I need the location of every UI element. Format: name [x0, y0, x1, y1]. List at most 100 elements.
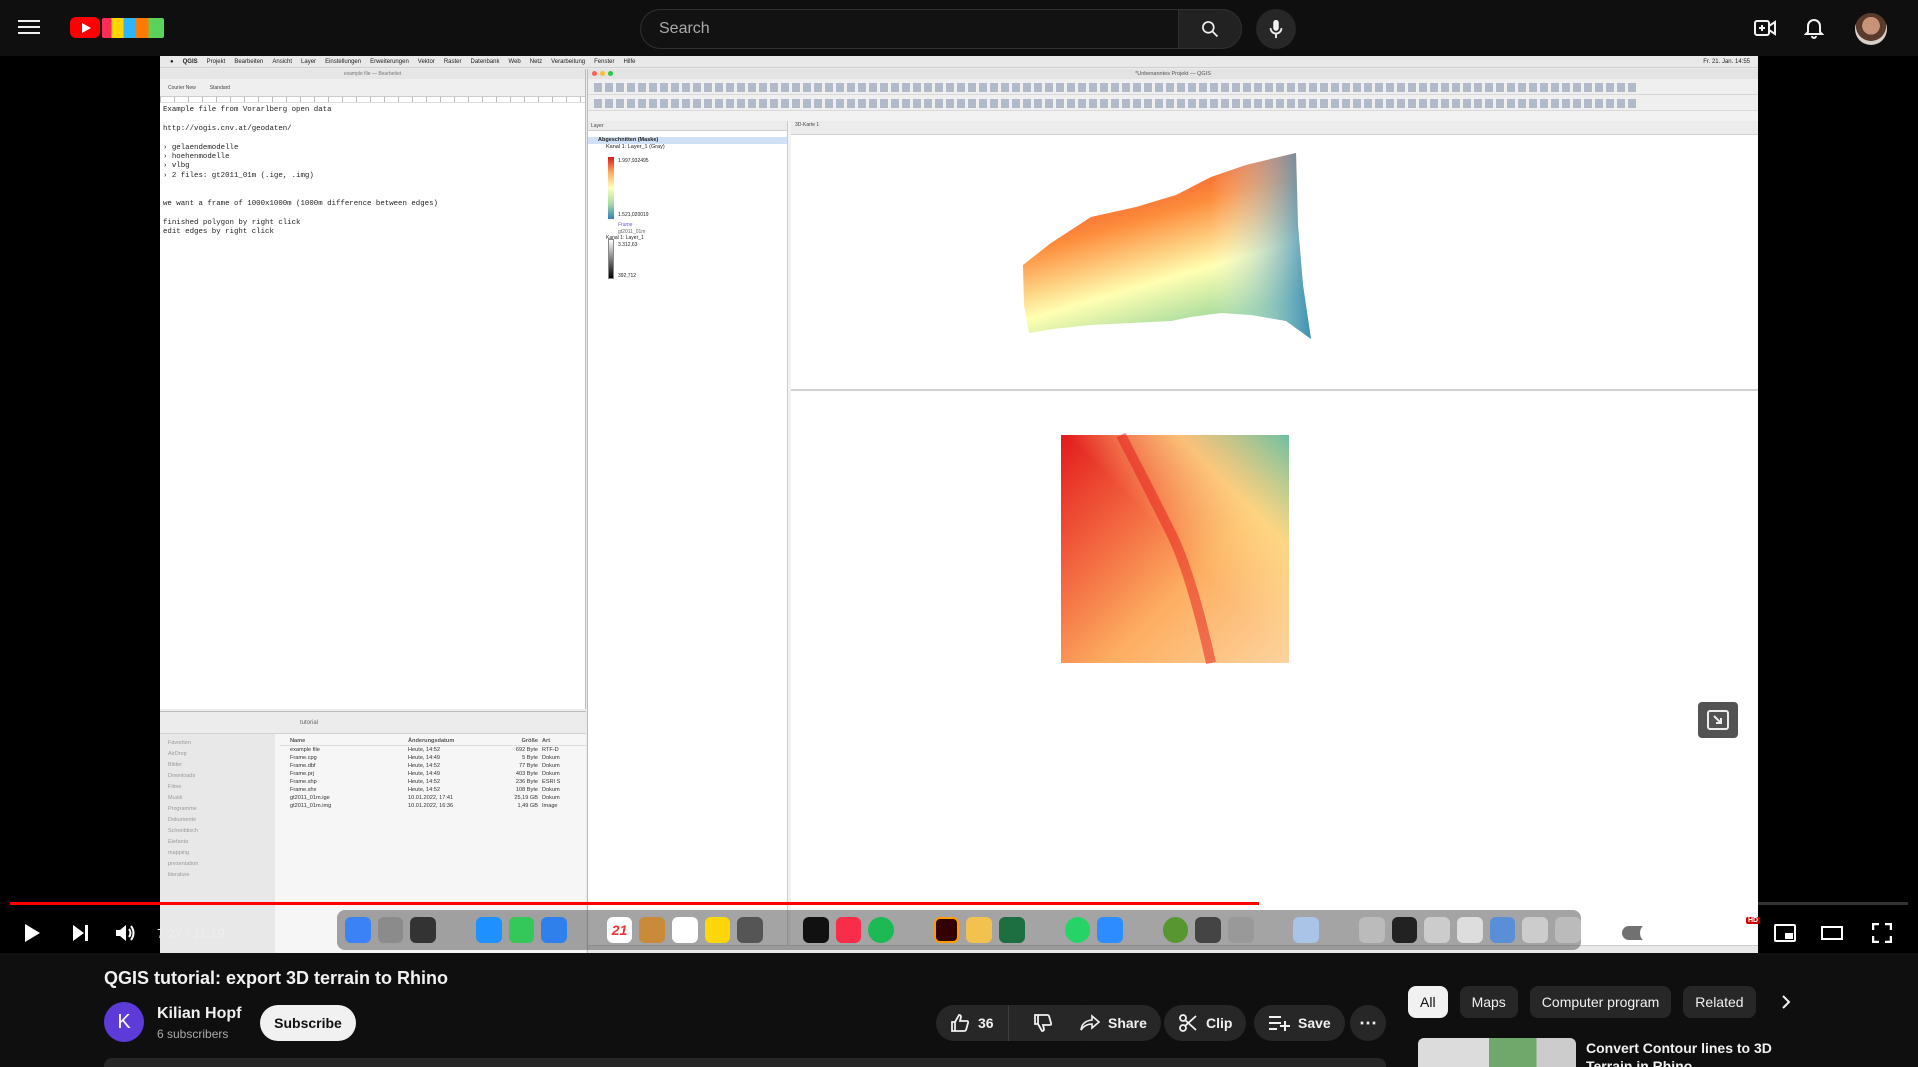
qgis-title: *Unbenanntes Projekt — QGIS [1135, 71, 1211, 77]
related-video-thumbnail[interactable] [1418, 1038, 1576, 1067]
finder-sidebar-item: Elefanta [168, 839, 189, 845]
captions-button[interactable] [1677, 919, 1705, 947]
save-button[interactable]: Save [1254, 1005, 1345, 1041]
time-display: 7:27 / 11:19 [157, 926, 225, 941]
finder-sidebar-item: Filme [168, 784, 182, 790]
voice-search-button[interactable] [1256, 9, 1296, 49]
volume-button[interactable] [112, 919, 140, 947]
finder-file-row: Frame.dbf Heute, 14:52 77 Byte Dokum [290, 763, 560, 769]
finder-sidebar-item: literature [168, 872, 190, 878]
autoplay-toggle[interactable] [1622, 923, 1660, 943]
mac-menu-item: Netz [529, 58, 543, 65]
menu-icon[interactable] [18, 16, 40, 38]
chip-computer-program[interactable]: Computer program [1529, 986, 1672, 1018]
layer-band: Kanal 1: Layer_1 (Gray) [606, 144, 665, 150]
finder-title: tutorial [300, 719, 319, 726]
expand-overlay-button[interactable] [1698, 702, 1738, 738]
ramp-max: 1.997,932495 [618, 158, 649, 164]
progress-bar[interactable] [10, 902, 1908, 905]
finder-file-row: Frame.shx Heute, 14:52 108 Byte Dokum [290, 787, 560, 793]
channel-avatar[interactable]: K [104, 1002, 144, 1042]
toolbar-icons [594, 83, 1638, 92]
finder-file-row: Frame.prj Heute, 14:49 403 Byte Dokum [290, 771, 560, 777]
finder-sidebar-item: presentation [168, 861, 199, 867]
finder-file-row: Frame.cpg Heute, 14:49 5 Byte Dokum [290, 755, 560, 761]
apple-icon: ● [170, 58, 174, 65]
search-button[interactable] [1178, 9, 1242, 49]
player-controls: 7:27 / 11:19 HD [0, 911, 1918, 953]
bell-icon[interactable] [1802, 16, 1826, 40]
save-label: Save [1298, 1015, 1331, 1031]
share-label: Share [1108, 1015, 1147, 1031]
finder-sidebar-item: Schreibtisch [168, 828, 198, 834]
finder-sidebar-item: Musik [168, 795, 183, 801]
chevron-right-icon[interactable] [1774, 990, 1798, 1014]
video-title: QGIS tutorial: export 3D terrain to Rhin… [104, 968, 449, 988]
dem-raster [1061, 432, 1289, 665]
mac-menu-item: Ansicht [272, 58, 293, 65]
finder-file-table: Name Änderungsdatum Größe Art example fi… [280, 736, 586, 810]
editor-style: Standard [209, 84, 231, 91]
search-box [640, 9, 1178, 49]
mac-menu-item: Vektor [417, 58, 435, 65]
2d-map-canvas[interactable] [791, 393, 1758, 951]
chip-maps[interactable]: Maps [1459, 986, 1518, 1018]
clip-button[interactable]: Clip [1164, 1005, 1247, 1041]
play-button[interactable] [18, 919, 46, 947]
video-player[interactable]: ● QGIS Projekt Bearbeiten Ansicht Layer … [0, 56, 1918, 953]
avatar[interactable] [1855, 13, 1887, 45]
masthead [0, 0, 1918, 56]
subscriber-count: 6 subscribers [157, 1027, 229, 1041]
create-icon[interactable] [1753, 16, 1777, 40]
layer-item: Abgeschnitten (Maske) [588, 137, 787, 144]
theater-button[interactable] [1818, 919, 1846, 947]
video-frame[interactable]: ● QGIS Projekt Bearbeiten Ansicht Layer … [160, 56, 1758, 953]
search-input[interactable] [641, 10, 1178, 48]
more-actions-button[interactable]: ⋯ [1350, 1005, 1386, 1041]
mac-menu-item: QGIS [182, 58, 198, 65]
layers-panel: Layer Abgeschnitten (Maske) Kanal 1: Lay… [588, 121, 788, 953]
minimize-dot-icon [600, 71, 605, 76]
finder-toolbar: tutorial [160, 712, 586, 734]
share-icon [1080, 1014, 1100, 1031]
youtube-logo[interactable] [70, 17, 164, 38]
miniplayer-button[interactable] [1771, 919, 1799, 947]
finder-file-row: example file Heute, 14:52 692 Byte RTF-D [290, 747, 559, 753]
related-video-title[interactable]: Convert Contour lines to 3D Terrain in R… [1586, 1039, 1776, 1067]
next-button[interactable] [66, 919, 94, 947]
3d-map-view[interactable] [791, 135, 1758, 391]
mac-menu-item: Projekt [206, 58, 226, 65]
mac-menu-item: Hilfe [623, 58, 636, 65]
mac-menu-item: Fenster [594, 58, 615, 65]
ramp-min: 1.521,020019 [618, 212, 649, 218]
finder-sidebar-item: Dokumente [168, 817, 197, 823]
mac-menu-item: Web [508, 58, 521, 65]
progress-played [10, 902, 1259, 905]
finder-col-header: Art [542, 738, 551, 744]
ramp-min: 392,712 [618, 273, 637, 279]
terrain-3d-render [1023, 153, 1311, 339]
finder-sidebar-item: Bilder [168, 762, 183, 768]
subscribe-button[interactable]: Subscribe [260, 1005, 356, 1041]
channel-name[interactable]: Kilian Hopf [157, 1005, 241, 1023]
description-box[interactable] [104, 1058, 1386, 1067]
qgis-titlebar: *Unbenanntes Projekt — QGIS [588, 69, 1758, 79]
finder-col-header: Name [290, 738, 306, 744]
close-dot-icon [592, 71, 597, 76]
like-icon [951, 1014, 970, 1032]
chip-related[interactable]: Related [1683, 986, 1756, 1018]
fullscreen-button[interactable] [1868, 919, 1896, 947]
share-button[interactable]: Share [1066, 1005, 1161, 1041]
youtube-play-icon [70, 17, 100, 38]
mac-menu-item: Erweiterungen [370, 58, 409, 65]
toolbar-icons [594, 99, 1638, 108]
mac-clock: Fr. 21. Jan. 14:55 [1703, 58, 1750, 65]
finder-sidebar-item: Favoriten [168, 740, 191, 746]
like-button[interactable]: 36 [936, 1005, 1009, 1041]
finder-header-row: Name Änderungsdatum Größe Art [280, 736, 586, 746]
next-icon [73, 925, 88, 941]
clip-label: Clip [1206, 1015, 1233, 1031]
youtube-doodle [102, 17, 164, 38]
chip-all[interactable]: All [1408, 986, 1448, 1018]
dislike-button[interactable] [1017, 1005, 1069, 1041]
